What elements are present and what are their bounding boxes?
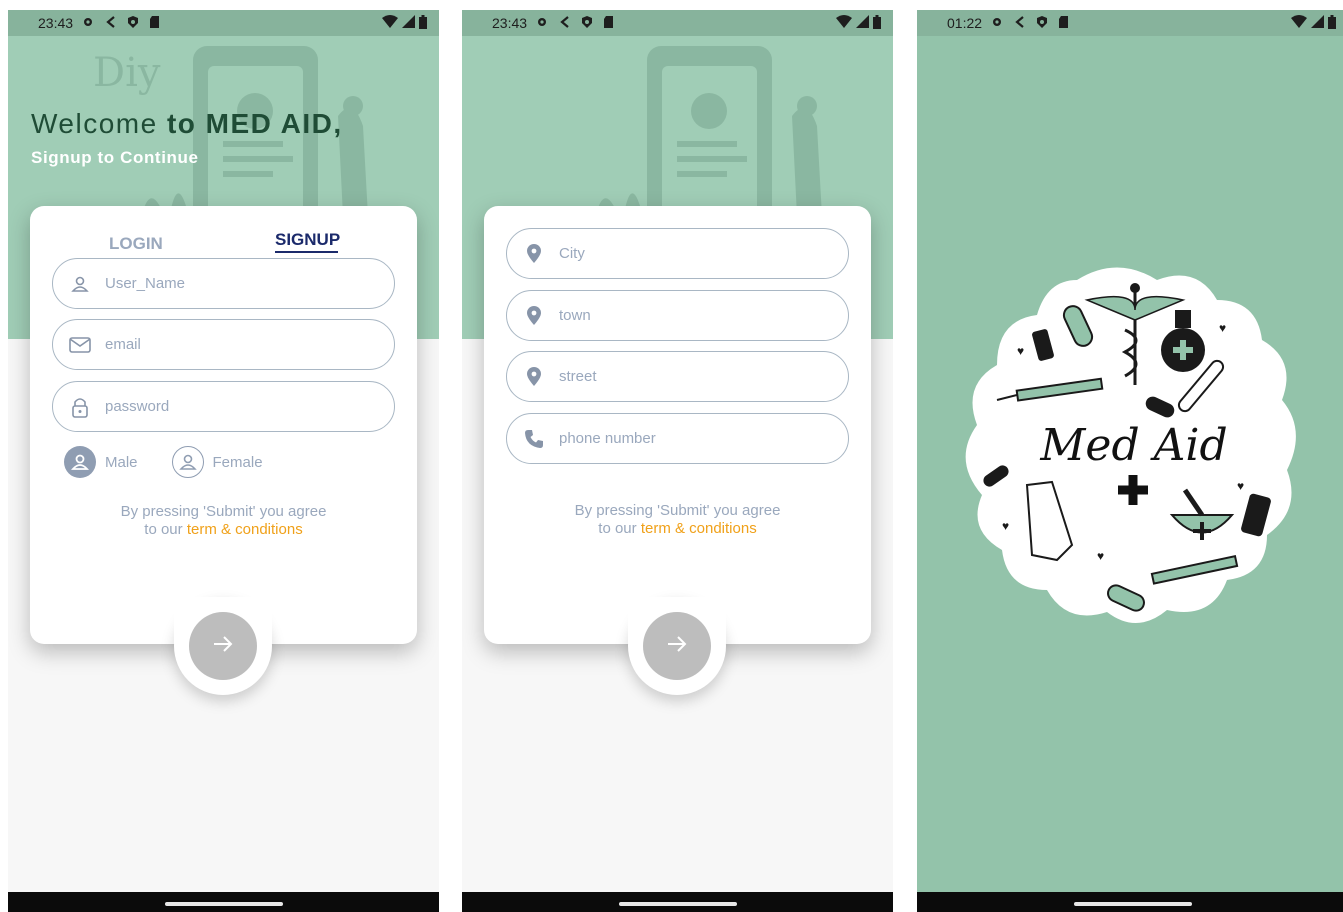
navigation-bar	[8, 892, 439, 912]
gender-male-option[interactable]: Male	[64, 446, 138, 478]
settings-icon	[990, 15, 1004, 32]
logo-text: Med Aid	[1039, 420, 1227, 471]
status-time: 23:43	[38, 15, 74, 31]
welcome-subtitle: Signup to Continue	[31, 148, 199, 167]
status-time: 23:43	[492, 15, 528, 31]
password-placeholder: password	[105, 398, 170, 415]
phone-screen-splash: 01:22 Med Aid ♥ ♥ ♥ ♥ ♥	[917, 10, 1343, 912]
terms-notice: By pressing 'Submit' you agree to our te…	[484, 502, 871, 538]
phone-number-placeholder: phone number	[559, 430, 656, 447]
gender-female-option[interactable]: Female	[171, 446, 263, 478]
phone-icon	[521, 426, 547, 452]
settings-icon	[535, 15, 549, 32]
wifi-icon	[382, 15, 398, 31]
battery-icon	[419, 14, 427, 32]
signal-icon	[1311, 15, 1324, 31]
gender-female-label: Female	[212, 453, 263, 471]
battery-icon	[873, 14, 881, 32]
sd-card-icon	[149, 15, 160, 32]
submit-button-container	[174, 597, 272, 695]
terms-line-2: to our	[598, 520, 641, 537]
svg-text:♥: ♥	[1237, 479, 1244, 493]
person-icon	[67, 271, 93, 297]
back-chevron-icon	[1014, 15, 1026, 32]
battery-icon	[1328, 14, 1336, 32]
sd-card-icon	[603, 15, 614, 32]
city-placeholder: City	[559, 245, 585, 262]
status-bar: 01:22	[917, 10, 1343, 36]
shield-icon	[127, 15, 139, 32]
town-field[interactable]: town	[506, 290, 849, 341]
terms-line-2: to our	[144, 521, 187, 538]
svg-text:♥: ♥	[1017, 344, 1024, 358]
tab-signup-indicator	[275, 251, 338, 253]
address-card: City town street phone number By pressin…	[484, 206, 871, 644]
status-bar: 23:43	[8, 10, 439, 36]
town-placeholder: town	[559, 307, 591, 324]
signup-card: LOGIN SIGNUP User_Name email password Ma…	[30, 206, 417, 644]
settings-icon	[81, 15, 95, 32]
signal-icon	[402, 15, 415, 31]
street-field[interactable]: street	[506, 351, 849, 402]
terms-link[interactable]: term & conditions	[187, 521, 303, 538]
submit-button[interactable]	[643, 612, 711, 680]
username-field[interactable]: User_Name	[52, 258, 395, 309]
shield-icon	[1036, 15, 1048, 32]
svg-text:♥: ♥	[1002, 519, 1009, 533]
home-gesture-handle[interactable]	[164, 902, 283, 906]
location-pin-icon	[521, 364, 547, 390]
home-gesture-handle[interactable]	[618, 902, 737, 906]
welcome-heading: Welcome to MED AID,	[31, 108, 343, 139]
back-chevron-icon	[559, 15, 571, 32]
tab-login[interactable]: LOGIN	[109, 234, 163, 254]
svg-text:♥: ♥	[1097, 549, 1104, 563]
wifi-icon	[836, 15, 852, 31]
tab-signup[interactable]: SIGNUP	[275, 230, 340, 250]
username-placeholder: User_Name	[105, 275, 186, 292]
location-pin-icon	[521, 303, 547, 329]
svg-text:Diy: Diy	[93, 50, 161, 96]
shield-icon	[581, 15, 593, 32]
med-aid-logo: Med Aid ♥ ♥ ♥ ♥ ♥	[957, 260, 1311, 635]
status-bar: 23:43	[462, 10, 893, 36]
terms-link[interactable]: term & conditions	[641, 520, 757, 537]
back-chevron-icon	[105, 15, 117, 32]
terms-notice: By pressing 'Submit' you agree to our te…	[30, 503, 417, 539]
svg-text:♥: ♥	[1219, 321, 1226, 335]
arrow-right-icon	[212, 635, 234, 658]
terms-line-1: By pressing 'Submit' you agree	[574, 502, 781, 519]
navigation-bar	[917, 892, 1343, 912]
submit-button-container	[628, 597, 726, 695]
arrow-right-icon	[666, 635, 688, 658]
signal-icon	[856, 15, 869, 31]
password-field[interactable]: password	[52, 381, 395, 432]
email-field[interactable]: email	[52, 319, 395, 370]
city-field[interactable]: City	[506, 228, 849, 279]
status-time: 01:22	[947, 15, 983, 31]
phone-number-field[interactable]: phone number	[506, 413, 849, 464]
street-placeholder: street	[559, 368, 597, 385]
female-avatar-icon	[171, 446, 204, 478]
lock-icon	[67, 394, 93, 420]
phone-screen-address: 23:43 City town street phone number By p…	[462, 10, 893, 912]
gender-male-label: Male	[105, 453, 138, 471]
gender-selector: Male Female	[64, 446, 297, 478]
email-placeholder: email	[105, 336, 141, 353]
home-gesture-handle[interactable]	[1073, 902, 1192, 906]
location-pin-icon	[521, 241, 547, 267]
submit-button[interactable]	[189, 612, 257, 680]
phone-screen-signup: 23:43 Diy Welcome to MED AID, Signup to …	[8, 10, 439, 912]
navigation-bar	[462, 892, 893, 912]
sd-card-icon	[1058, 15, 1069, 32]
terms-line-1: By pressing 'Submit' you agree	[120, 503, 327, 520]
wifi-icon	[1291, 15, 1307, 31]
male-avatar-icon	[64, 446, 96, 478]
mail-icon	[67, 332, 93, 358]
